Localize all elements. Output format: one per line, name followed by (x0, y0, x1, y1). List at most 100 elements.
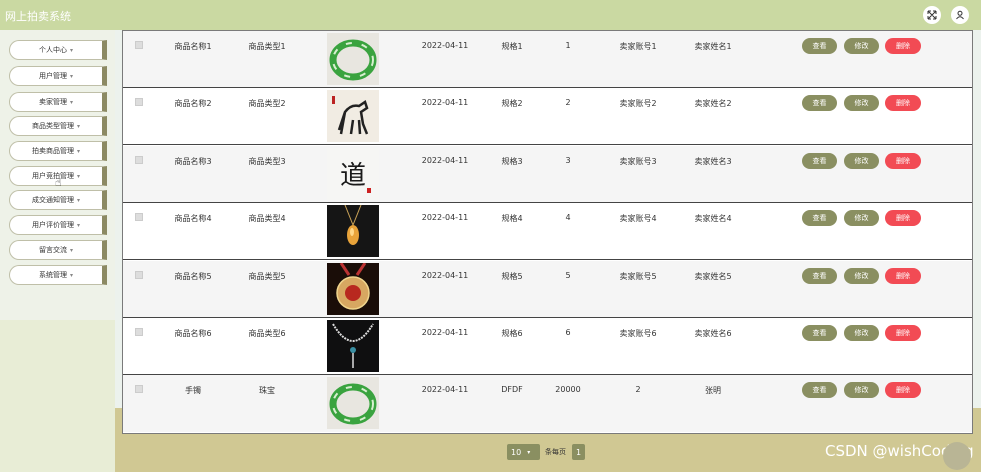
app-title: 网上拍卖系统 (5, 10, 71, 23)
cell-seller-account: 卖家账号2 (619, 99, 657, 108)
sidebar-item[interactable]: 成交通知管理 ▾ (9, 190, 107, 210)
delete-button[interactable]: 删除 (885, 95, 921, 111)
view-button[interactable]: 查看 (802, 153, 837, 169)
sidebar-item[interactable]: 用户管理 ▾ (9, 66, 107, 86)
sidebar-item-label: 用户管理 (38, 72, 67, 80)
row-checkbox[interactable] (135, 328, 143, 336)
chevron-down-icon: ▾ (527, 448, 531, 456)
delete-button[interactable]: 删除 (885, 268, 921, 284)
chevron-down-icon: ▾ (76, 196, 80, 204)
per-page-label: 条每页 (545, 448, 566, 456)
sidebar-item[interactable]: 用户评价管理 ▾ (9, 215, 107, 235)
row-checkbox[interactable] (135, 385, 143, 393)
cell-seller-name: 卖家姓名4 (694, 214, 732, 223)
edit-button[interactable]: 修改 (844, 382, 879, 398)
table-row: 商品名称1 商品类型1 2022-04-11 规格1 1 卖家账号1 卖家姓名1 查看 修改 删除 (123, 31, 972, 88)
row-checkbox[interactable] (135, 213, 143, 221)
chevron-down-icon: ▾ (69, 246, 73, 254)
chevron-down-icon: ▾ (76, 221, 80, 229)
sidebar-footer (0, 320, 115, 472)
row-checkbox[interactable] (135, 41, 143, 49)
data-table: 商品名称1 商品类型1 2022-04-11 规格1 1 卖家账号1 卖家姓名1 查看 修改 删除… (122, 30, 973, 434)
edit-button[interactable]: 修改 (844, 153, 879, 169)
view-button[interactable]: 查看 (802, 382, 837, 398)
cell-type: 商品类型3 (248, 157, 286, 166)
user-icon[interactable] (951, 6, 969, 24)
sidebar-item[interactable]: 卖家管理 ▾ (9, 92, 107, 112)
sidebar-item-label: 个人中心 (38, 46, 67, 54)
chevron-down-icon: ▾ (76, 147, 80, 155)
table-row: 手镯 珠宝 2022-04-11 DFDF 20000 2 张明 查看 修改 删除 (123, 375, 972, 432)
sidebar-item-label: 拍卖商品管理 (31, 147, 74, 155)
sidebar-item-label: 卖家管理 (38, 98, 67, 106)
cell-name: 商品名称2 (174, 99, 212, 108)
cell-qty: 2 (565, 98, 571, 107)
delete-button[interactable]: 删除 (885, 38, 921, 54)
page-number-current[interactable]: 1 (572, 444, 585, 460)
delete-button[interactable]: 删除 (885, 382, 921, 398)
view-button[interactable]: 查看 (802, 268, 837, 284)
view-button[interactable]: 查看 (802, 325, 837, 341)
product-image (327, 205, 379, 257)
edit-button[interactable]: 修改 (844, 210, 879, 226)
page-size-value: 10 (511, 447, 522, 457)
cell-seller-account: 卖家账号5 (619, 272, 657, 281)
page-size-select[interactable]: 10 ▾ (507, 444, 540, 460)
row-checkbox[interactable] (135, 98, 143, 106)
table-row: 商品名称3 商品类型3 2022-04-11 规格3 3 卖家账号3 卖家姓名3 道查看 修改删… (123, 146, 972, 203)
fullscreen-icon[interactable] (923, 6, 941, 24)
cell-seller-name: 卖家姓名2 (694, 99, 732, 108)
sidebar-item-label: 系统管理 (38, 271, 67, 279)
delete-button[interactable]: 删除 (885, 210, 921, 226)
edit-button[interactable]: 修改 (844, 95, 879, 111)
cell-seller-name: 卖家姓名3 (694, 157, 732, 166)
cell-seller-account: 卖家账号1 (619, 42, 657, 51)
sidebar-item-label: 用户竞拍管理 (31, 172, 74, 180)
back-to-top-button[interactable] (943, 442, 971, 470)
cell-type: 商品类型1 (248, 42, 286, 51)
product-image (327, 320, 379, 372)
cell-seller-account: 卖家账号6 (619, 329, 657, 338)
sidebar-item-label: 用户评价管理 (31, 221, 74, 229)
cell-name: 商品名称6 (174, 329, 212, 338)
edit-button[interactable]: 修改 (844, 38, 879, 54)
sidebar-item-label: 商品类型管理 (31, 122, 74, 130)
cell-seller-account: 2 (635, 385, 641, 394)
cell-seller-name: 卖家姓名6 (694, 329, 732, 338)
cell-qty: 5 (565, 271, 571, 280)
sidebar-item[interactable]: 留言交流 ▾ (9, 240, 107, 260)
chevron-down-icon: ▾ (76, 122, 80, 130)
cell-type: 珠宝 (259, 386, 275, 395)
cell-seller-name: 张明 (705, 386, 721, 395)
cell-seller-account: 卖家账号4 (619, 214, 657, 223)
cell-type: 商品类型6 (248, 329, 286, 338)
cell-seller-account: 卖家账号3 (619, 157, 657, 166)
row-checkbox[interactable] (135, 156, 143, 164)
sidebar-item[interactable]: 系统管理 ▾ (9, 265, 107, 285)
sidebar-item[interactable]: 个人中心 ▾ (9, 40, 107, 60)
top-bar: 网上拍卖系统 (0, 0, 981, 30)
product-image (327, 90, 379, 142)
row-checkbox[interactable] (135, 271, 143, 279)
sidebar-item[interactable]: 商品类型管理 ▾ (9, 116, 107, 136)
chevron-down-icon: ▾ (76, 172, 80, 180)
sidebar-item[interactable]: 拍卖商品管理 ▾ (9, 141, 107, 161)
product-image: 道 (327, 148, 379, 200)
delete-button[interactable]: 删除 (885, 153, 921, 169)
edit-button[interactable]: 修改 (844, 325, 879, 341)
sidebar-item-label: 留言交流 (38, 246, 67, 254)
cell-name: 商品名称3 (174, 157, 212, 166)
cell-qty: 1 (565, 41, 571, 50)
view-button[interactable]: 查看 (802, 210, 837, 226)
view-button[interactable]: 查看 (802, 38, 837, 54)
edit-button[interactable]: 修改 (844, 268, 879, 284)
chevron-down-icon: ▾ (69, 72, 73, 80)
table-row: 商品名称4 商品类型4 2022-04-11 规格4 4 卖家账号4 卖家姓名4 查看 修改 删除 (123, 203, 972, 260)
mouse-cursor-icon: ☝ (55, 176, 62, 189)
chevron-down-icon: ▾ (69, 98, 73, 106)
delete-button[interactable]: 删除 (885, 325, 921, 341)
view-button[interactable]: 查看 (802, 95, 837, 111)
chevron-down-icon: ▾ (69, 271, 73, 279)
cell-qty: 6 (565, 328, 571, 337)
cell-qty: 20000 (555, 385, 581, 394)
